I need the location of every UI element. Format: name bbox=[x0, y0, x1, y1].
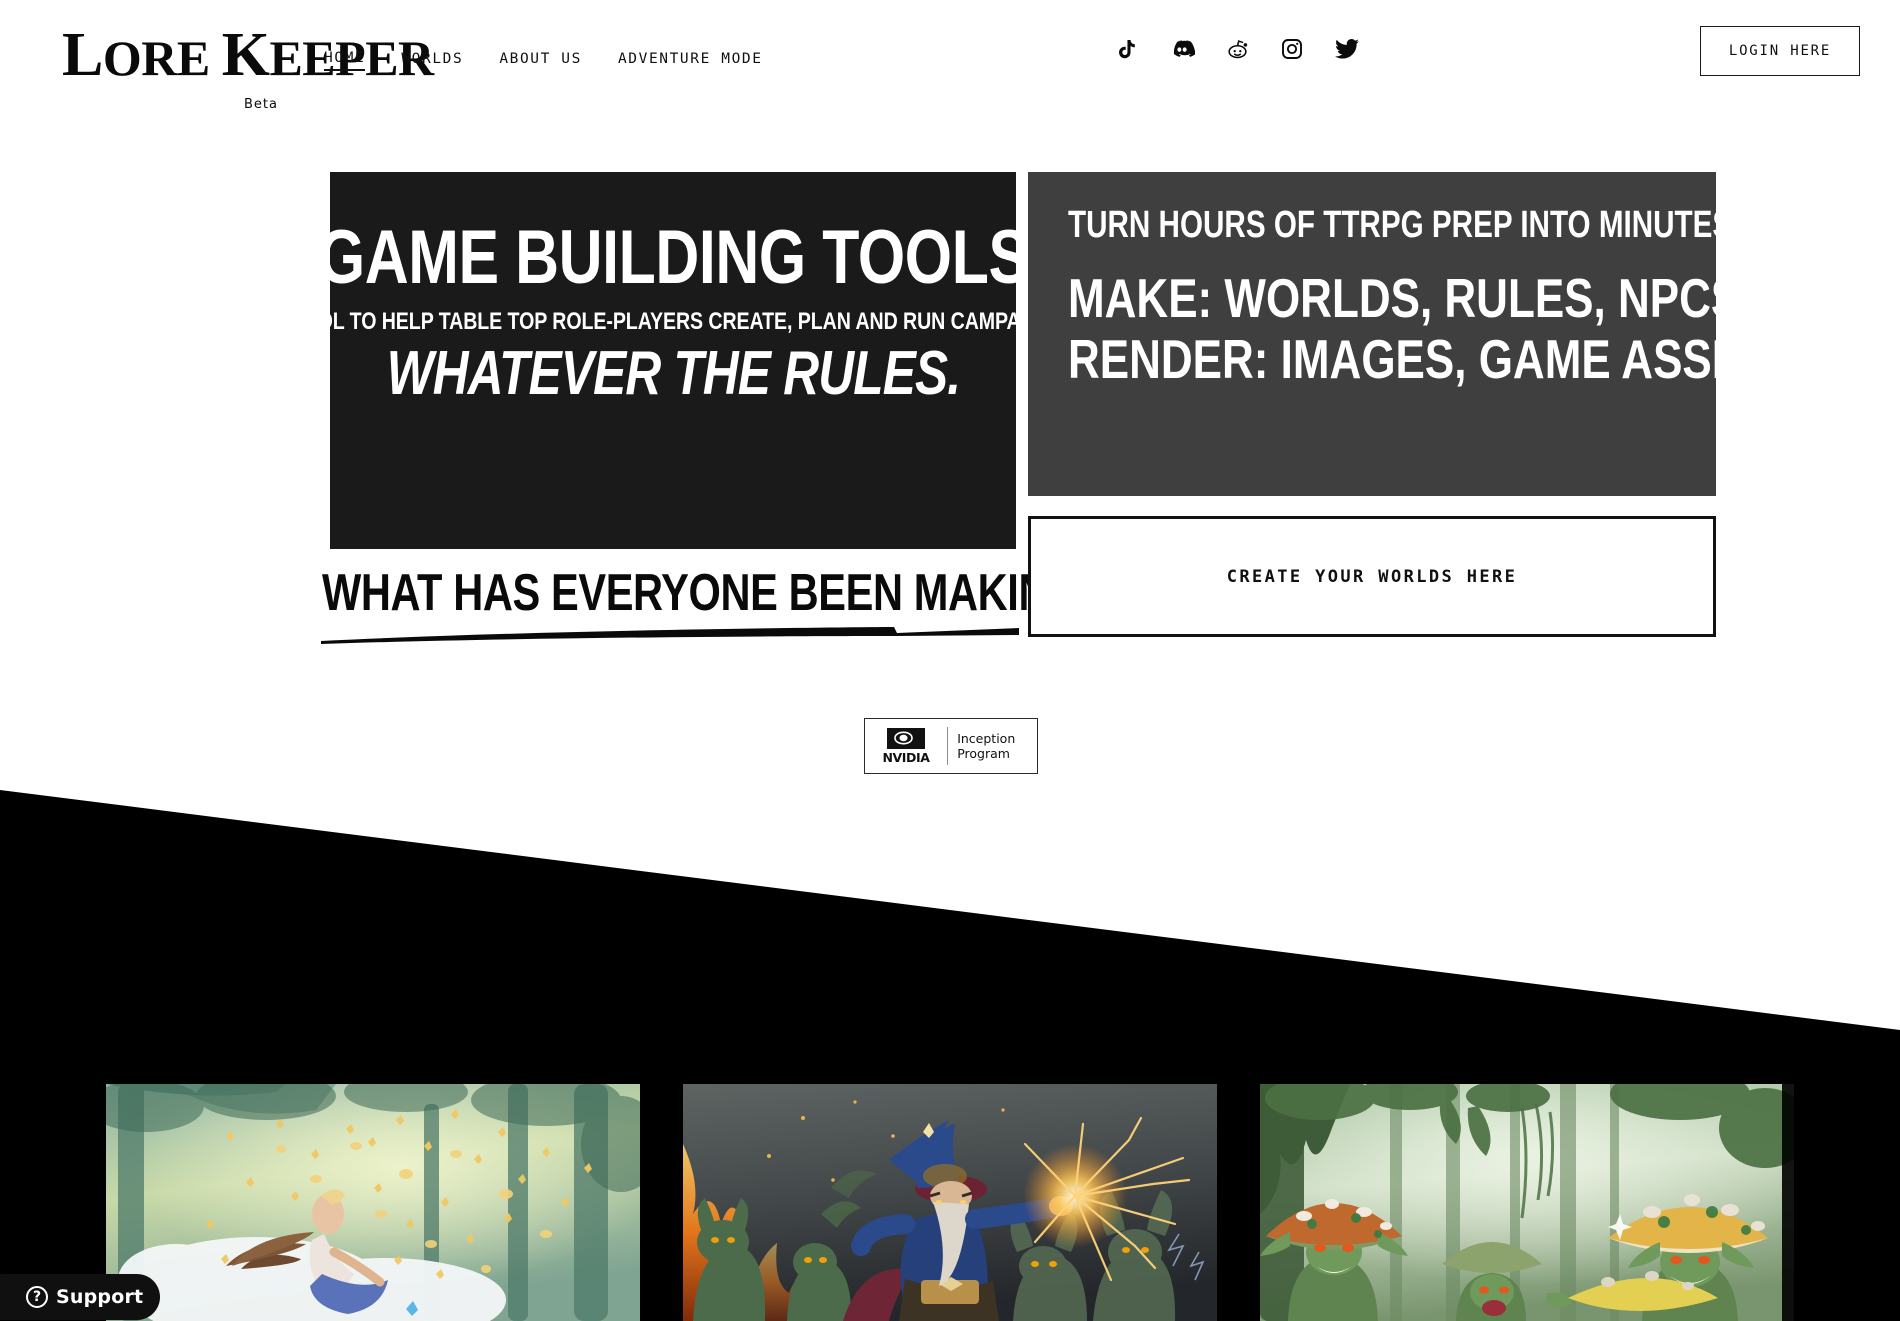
logo-wordmark: LORE KEEPER bbox=[62, 21, 434, 89]
nav-item-about-us[interactable]: ABOUT US bbox=[499, 51, 582, 70]
question-mark-circle-icon: ? bbox=[26, 1286, 48, 1308]
hero-make-line: MAKE: WORLDS, RULES, NPCS bbox=[1068, 266, 1716, 329]
create-worlds-button[interactable]: CREATE YOUR WORLDS HERE bbox=[1028, 516, 1716, 637]
hero-render-line: RENDER: IMAGES, GAME ASSETS bbox=[1068, 328, 1716, 391]
hero-gray-panel: TURN HOURS OF TTRPG PREP INTO MINUTES MA… bbox=[1028, 172, 1716, 496]
nav-item-home[interactable]: HOME bbox=[324, 50, 366, 71]
support-widget-label: Support bbox=[56, 1286, 144, 1308]
hero-subtitle: A TOOL TO HELP TABLE TOP ROLE-PLAYERS CR… bbox=[330, 308, 1016, 335]
nvidia-inception-badge: NVIDIA Inception Program bbox=[864, 718, 1038, 774]
site-logo[interactable]: LORE KEEPER Beta bbox=[62, 21, 434, 112]
nvidia-eye-icon bbox=[887, 727, 925, 749]
create-worlds-button-label: CREATE YOUR WORLDS HERE bbox=[1226, 566, 1518, 587]
badge-divider bbox=[947, 727, 949, 765]
hero-kicker: TURN HOURS OF TTRPG PREP INTO MINUTES bbox=[1068, 204, 1716, 246]
inception-program-label: Inception Program bbox=[957, 731, 1015, 761]
primary-nav: HOME WORLDS ABOUT US ADVENTURE MODE bbox=[324, 50, 799, 71]
gallery-strip bbox=[0, 1084, 1900, 1321]
twitter-icon[interactable] bbox=[1334, 36, 1360, 62]
tiktok-icon[interactable] bbox=[1114, 36, 1140, 62]
hero-title: GAME BUILDING TOOLS bbox=[330, 215, 1016, 300]
hero-black-panel: GAME BUILDING TOOLS A TOOL TO HELP TABLE… bbox=[330, 172, 1016, 549]
logo-beta-tag: Beta bbox=[244, 97, 278, 112]
login-button[interactable]: LOGIN HERE bbox=[1700, 26, 1860, 76]
nvidia-wordmark: NVIDIA bbox=[882, 749, 930, 765]
gallery-card-mushroom-goblins-jungle[interactable] bbox=[1260, 1084, 1794, 1321]
hero-emphasis: WHATEVER THE RULES. bbox=[386, 338, 960, 408]
inception-line-2: Program bbox=[957, 746, 1010, 761]
section-heading-block: WHAT HAS EVERYONE BEEN MAKING? bbox=[321, 564, 1106, 644]
reddit-icon[interactable] bbox=[1224, 36, 1250, 62]
nav-item-adventure-mode[interactable]: ADVENTURE MODE bbox=[618, 51, 763, 70]
nvidia-brand-block: NVIDIA bbox=[874, 727, 938, 765]
discord-icon[interactable] bbox=[1169, 36, 1195, 62]
nav-item-worlds[interactable]: WORLDS bbox=[401, 51, 463, 70]
gallery-card-fairy-butterflies-forest[interactable] bbox=[106, 1084, 640, 1321]
heading-underline-icon bbox=[321, 627, 1019, 644]
gallery-card-wizard-vs-goblins[interactable] bbox=[683, 1084, 1217, 1321]
site-header: LORE KEEPER Beta HOME WORLDS ABOUT US AD… bbox=[0, 0, 1900, 124]
social-links bbox=[1114, 36, 1360, 62]
inception-line-1: Inception bbox=[957, 731, 1016, 746]
page-title: WHAT HAS EVERYONE BEEN MAKING? bbox=[322, 564, 1106, 622]
instagram-icon[interactable] bbox=[1279, 36, 1305, 62]
support-widget[interactable]: ? Support bbox=[0, 1274, 160, 1320]
page-root: LORE KEEPER Beta HOME WORLDS ABOUT US AD… bbox=[0, 0, 1900, 1321]
